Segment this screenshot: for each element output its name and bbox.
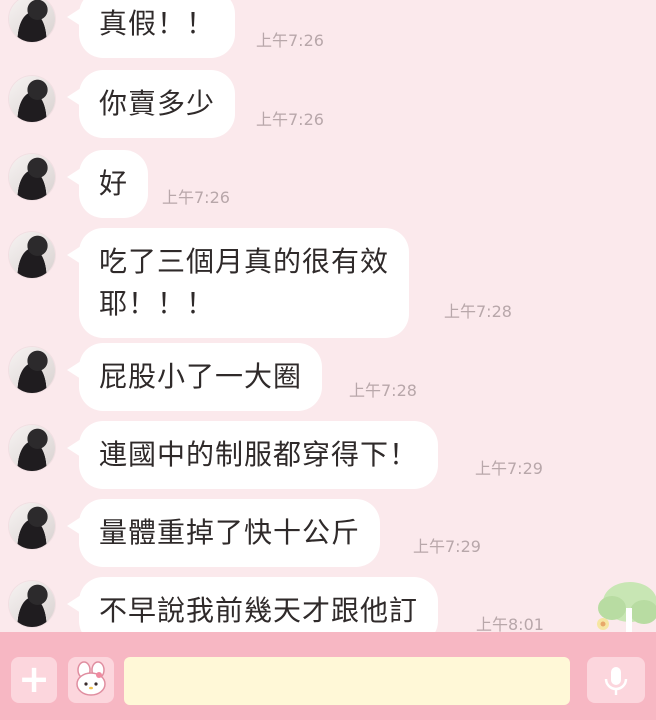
message-time: 上午7:29: [413, 537, 481, 556]
message-time: 上午8:01: [476, 615, 544, 632]
message-bubble[interactable]: 不早說我前幾天才跟他訂: [66, 577, 439, 632]
microphone-icon: [604, 667, 628, 695]
melody-sticker-icon: [76, 661, 106, 696]
message-time: 上午7:29: [475, 459, 543, 478]
avatar[interactable]: [9, 232, 55, 278]
message-bubble[interactable]: 真假！！: [66, 0, 236, 58]
avatar[interactable]: [9, 503, 55, 549]
tree-icon: [597, 582, 656, 632]
message-time: 上午7:28: [349, 381, 417, 400]
avatar[interactable]: [9, 154, 55, 200]
message-time: 上午7:26: [256, 31, 324, 50]
message-bubble[interactable]: 吃了三個月真的很有效 耶！！！: [66, 228, 410, 338]
voice-button[interactable]: [587, 657, 645, 703]
message-time: 上午7:26: [256, 110, 324, 129]
sticker-button[interactable]: [68, 657, 114, 703]
message-time: 上午7:26: [162, 188, 230, 207]
message-toolbar: +: [0, 632, 656, 720]
message-input[interactable]: [124, 657, 570, 705]
message-bubble[interactable]: 連國中的制服都穿得下！: [66, 421, 439, 489]
avatar[interactable]: [9, 581, 55, 627]
chat-area[interactable]: 真假！！ 上午7:26 你賣多少 上午7:26 好 上午7:26 吃了三個月真的…: [0, 0, 656, 632]
avatar[interactable]: [9, 0, 55, 42]
message-bubble[interactable]: 屁股小了一大圈: [66, 343, 323, 411]
message-bubble[interactable]: 量體重掉了快十公斤: [66, 499, 381, 567]
message-time: 上午7:28: [444, 302, 512, 321]
avatar[interactable]: [9, 347, 55, 393]
message-bubble[interactable]: 你賣多少: [66, 70, 236, 138]
message-bubble[interactable]: 好: [66, 150, 149, 218]
add-button[interactable]: +: [11, 657, 57, 703]
plus-icon: +: [18, 657, 50, 701]
avatar[interactable]: [9, 76, 55, 122]
avatar[interactable]: [9, 425, 55, 471]
